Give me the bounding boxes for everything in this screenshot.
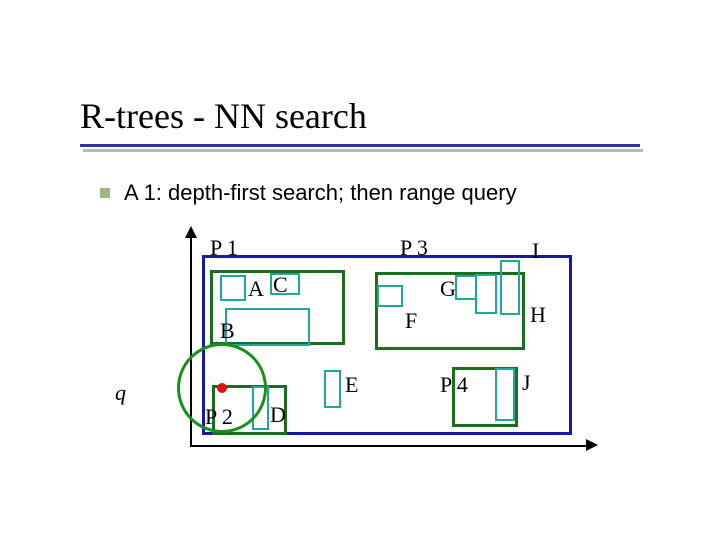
leaf-J: [495, 368, 515, 421]
label-H: H: [530, 302, 546, 328]
x-axis: [190, 445, 590, 447]
label-A: A: [248, 276, 264, 302]
label-P1: P 1: [210, 235, 238, 261]
leaf-A: [220, 275, 246, 301]
label-C: C: [273, 272, 288, 298]
query-point: [217, 383, 227, 393]
leaf-B: [225, 308, 310, 346]
title-underline: [80, 144, 640, 147]
leaf-G: [455, 275, 477, 300]
label-I: I: [532, 238, 539, 264]
label-P3: P 3: [400, 235, 428, 261]
bullet-text: A 1: depth-first search; then range quer…: [124, 180, 517, 206]
label-E: E: [345, 372, 358, 398]
label-q: q: [115, 380, 126, 406]
leaf-H: [475, 274, 497, 314]
label-P2: P 2: [205, 404, 233, 430]
label-G: G: [440, 276, 456, 302]
label-P4: P 4: [440, 372, 468, 398]
leaf-I: [500, 260, 520, 315]
y-axis-arrow-icon: [185, 226, 197, 238]
slide-title: R-trees - NN search: [80, 95, 367, 137]
bullet-icon: [100, 188, 110, 198]
leaf-E: [324, 370, 341, 408]
label-J: J: [522, 370, 531, 396]
label-B: B: [220, 318, 235, 344]
bullet-row: A 1: depth-first search; then range quer…: [100, 180, 517, 206]
title-underline-shadow: [83, 149, 643, 152]
label-F: F: [405, 308, 417, 334]
x-axis-arrow-icon: [586, 439, 598, 451]
leaf-F: [377, 285, 403, 307]
label-D: D: [270, 402, 286, 428]
rtree-diagram: P 1 P 3 I A C G H B F P 2 D E P 4 J q: [150, 230, 600, 460]
